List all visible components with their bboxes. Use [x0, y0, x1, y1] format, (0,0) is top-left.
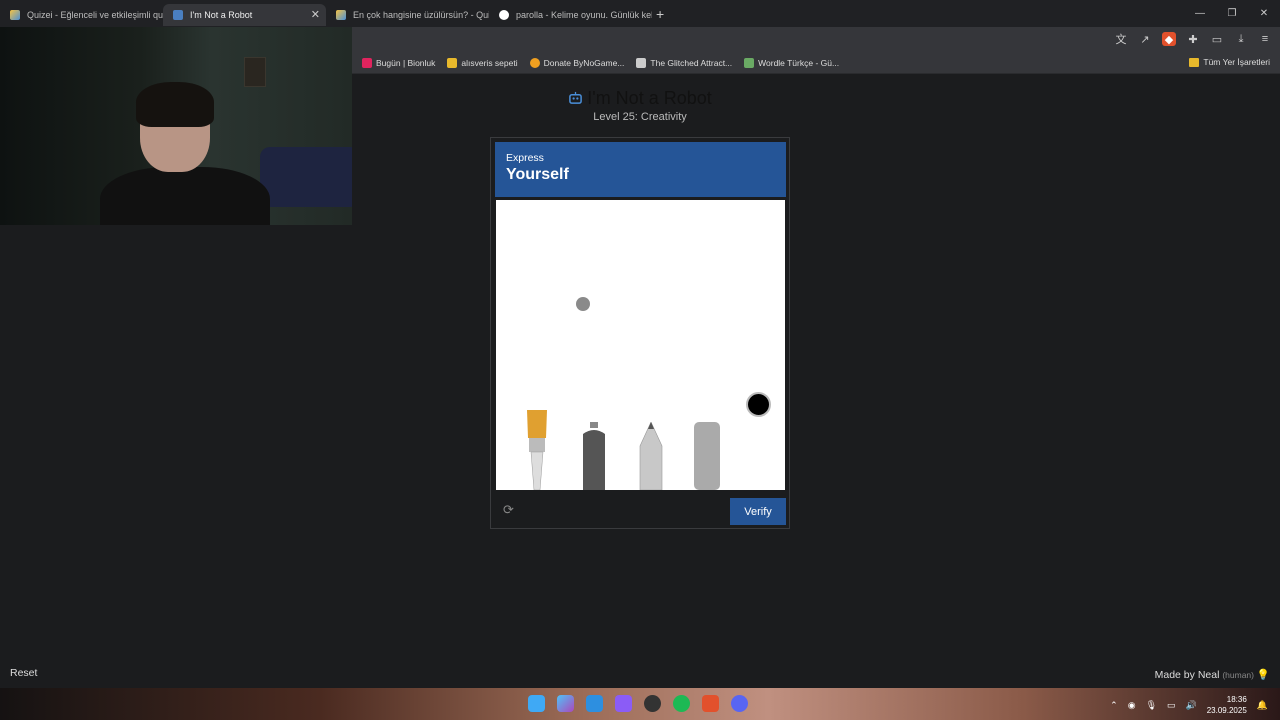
verify-button[interactable]: Verify	[730, 498, 786, 525]
bed	[260, 147, 352, 207]
folder-icon	[447, 57, 458, 68]
glitched-icon	[636, 57, 647, 68]
network-icon[interactable]: ▭	[1167, 700, 1176, 711]
download-icon[interactable]: ⤓	[1234, 32, 1248, 46]
new-tab-button[interactable]: +	[656, 6, 664, 22]
window-controls: — ❐ ✕	[1184, 0, 1280, 27]
bookmark-bynogame[interactable]: Donate ByNoGame...	[529, 57, 624, 68]
extensions-icon[interactable]: ✚	[1186, 32, 1200, 46]
menu-icon[interactable]: ≡	[1258, 32, 1272, 46]
captcha-footer: ⟳ Verify	[495, 495, 786, 525]
clock[interactable]: 18:36 23.09.2025	[1207, 694, 1247, 716]
quizei-icon	[10, 9, 20, 20]
share-icon[interactable]: ↗	[1138, 32, 1152, 46]
folder-icon	[1189, 57, 1200, 67]
copilot-icon[interactable]	[557, 695, 574, 712]
translate-icon[interactable]: 文	[1114, 32, 1128, 46]
prompt-big: Yourself	[506, 166, 569, 183]
volume-icon[interactable]: 🔊	[1186, 700, 1197, 711]
obs-icon[interactable]	[644, 695, 661, 712]
title-text: I'm Not a Robot	[587, 88, 712, 108]
spotify-icon[interactable]	[673, 695, 690, 712]
tab-quizei[interactable]: Quizei - Eğlenceli ve etkileşimli quizle	[0, 4, 163, 26]
bookmark-alisveris[interactable]: alısveris sepeti	[447, 57, 518, 68]
spray-can-tool[interactable]	[579, 422, 609, 490]
wordle-icon	[744, 57, 755, 68]
tab-label: En çok hangisine üzülürsün? - Quizei	[353, 9, 489, 20]
level-subtitle: Level 25: Creativity	[593, 111, 687, 123]
eraser-tool[interactable]	[692, 422, 722, 490]
bynogame-icon	[529, 57, 540, 68]
tab-label: parolla - Kelime oyunu. Günlük kelime	[516, 9, 652, 20]
wall-frame	[244, 57, 266, 87]
brave-icon[interactable]	[702, 695, 719, 712]
parolla-icon	[499, 9, 509, 20]
visual-studio-icon[interactable]	[615, 695, 632, 712]
system-tray: ⌃ ◉ 🎙 ▭ 🔊 18:36 23.09.2025 🔔	[1110, 694, 1268, 716]
tab-label: Quizei - Eğlenceli ve etkileşimli quizle	[27, 9, 163, 20]
restore-button[interactable]: ❐	[1216, 8, 1248, 19]
quizei-icon	[336, 9, 346, 20]
chevron-up-icon[interactable]: ⌃	[1110, 700, 1118, 711]
tab-bar: Quizei - Eğlenceli ve etkileşimli quizle…	[0, 0, 1280, 27]
captcha-widget: Express Yourself ⟳ Verify	[490, 137, 790, 529]
paintbrush-tool[interactable]	[522, 410, 552, 490]
lightbulb-icon: 💡	[1256, 669, 1270, 681]
brave-shield-icon[interactable]: ◆	[1162, 32, 1176, 46]
cursor-dot	[576, 297, 590, 311]
captcha-prompt: Express Yourself	[495, 142, 786, 197]
page-title: I'm Not a Robot	[0, 88, 1280, 109]
person-body	[100, 167, 270, 225]
clock-date: 23.09.2025	[1206, 706, 1247, 715]
microphone-icon[interactable]: 🎙	[1146, 700, 1157, 711]
reset-button[interactable]: Reset	[10, 667, 37, 679]
windows-start-icon[interactable]	[528, 695, 545, 712]
all-bookmarks[interactable]: Tüm Yer İşaretleri	[1189, 57, 1270, 67]
tab-en-cok-hangisine[interactable]: En çok hangisine üzülürsün? - Quizei	[326, 4, 489, 26]
clock-time: 18:36	[1226, 695, 1247, 704]
made-by-text: Made by Neal	[1154, 669, 1220, 681]
tab-im-not-a-robot[interactable]: I'm Not a Robot ✕	[163, 3, 326, 26]
close-tab-icon[interactable]: ✕	[311, 8, 320, 21]
close-window-button[interactable]: ✕	[1248, 8, 1280, 19]
app-tray-icon[interactable]: ◉	[1128, 700, 1136, 711]
sidebar-icon[interactable]: ▭	[1210, 32, 1224, 46]
minimize-button[interactable]: —	[1184, 8, 1216, 19]
pencil-tool[interactable]	[636, 422, 666, 490]
reload-icon[interactable]: ⟳	[503, 502, 517, 517]
robot-icon	[569, 91, 583, 104]
bookmark-bionluk[interactable]: Bugün | Bionluk	[362, 57, 435, 68]
tab-label: I'm Not a Robot	[190, 9, 253, 20]
made-by-credit[interactable]: Made by Neal (human) 💡	[1155, 668, 1270, 681]
bookmark-wordle[interactable]: Wordle Türkçe - Gü...	[744, 57, 839, 68]
prompt-small: Express	[506, 152, 544, 164]
taskbar: ⌃ ◉ 🎙 ▭ 🔊 18:36 23.09.2025 🔔	[0, 688, 1280, 720]
robot-icon	[173, 9, 183, 20]
tab-parolla[interactable]: parolla - Kelime oyunu. Günlük kelime	[489, 4, 652, 26]
notification-icon[interactable]: 🔔	[1257, 700, 1268, 711]
color-swatch[interactable]	[746, 392, 771, 417]
webcam-overlay	[0, 27, 352, 225]
bookmark-glitched[interactable]: The Glitched Attract...	[636, 57, 732, 68]
drawing-canvas[interactable]	[496, 200, 785, 490]
discord-icon[interactable]	[731, 695, 748, 712]
vscode-icon[interactable]	[586, 695, 603, 712]
bionluk-icon	[362, 57, 372, 68]
human-tag: (human)	[1222, 670, 1254, 680]
